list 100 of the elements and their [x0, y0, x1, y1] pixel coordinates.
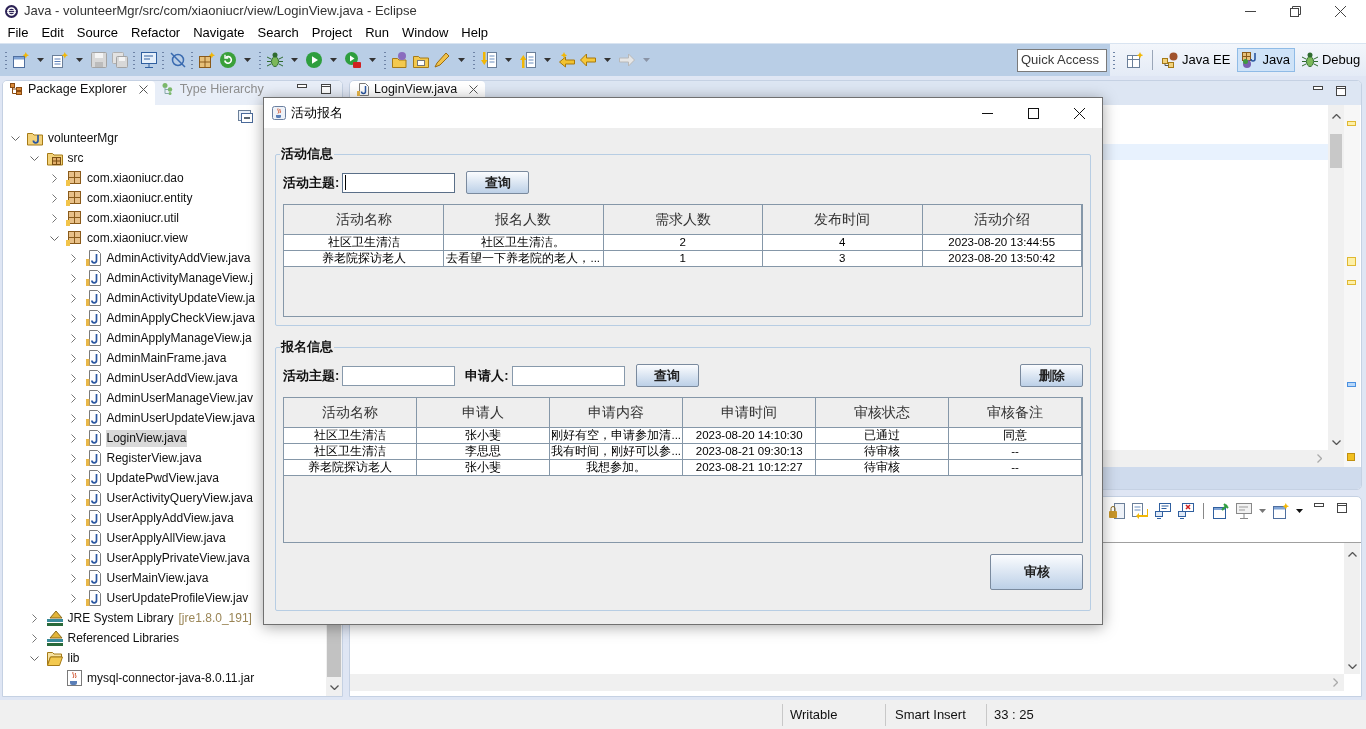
chevron-down-icon[interactable] [1347, 664, 1357, 669]
caret-icon[interactable] [243, 58, 251, 62]
menu-item[interactable]: Run [358, 24, 396, 41]
caret-icon[interactable] [368, 58, 376, 62]
play-toolbox-icon[interactable] [344, 52, 361, 68]
caret-icon[interactable] [75, 58, 83, 62]
perspective-button[interactable]: Debug [1296, 48, 1366, 72]
quick-access-field[interactable]: Quick Access [1017, 48, 1107, 72]
close-icon[interactable] [1335, 5, 1346, 17]
tree-item[interactable]: UserApplyAllView.java [105, 529, 227, 547]
monitor-chat-icon[interactable] [1155, 503, 1171, 519]
menu-item[interactable]: Search [251, 24, 306, 41]
column-header[interactable]: 活动名称 [284, 398, 417, 427]
tree-item[interactable]: UserMainView.java [105, 569, 210, 587]
chevron-right-icon[interactable] [71, 253, 76, 263]
tree-item[interactable]: AdminApplyManageView.ja [105, 329, 253, 347]
chevron-down-icon[interactable] [49, 235, 59, 241]
tree-item[interactable]: com.xiaoniucr.util [86, 209, 181, 227]
vertical-scrollbar[interactable] [1328, 105, 1344, 467]
minimize-icon[interactable] [981, 112, 993, 114]
chevron-right-icon[interactable] [32, 633, 37, 643]
marker-icon[interactable] [1347, 280, 1356, 285]
back-arrow-icon[interactable] [579, 52, 596, 68]
vertical-scrollbar[interactable] [1344, 543, 1360, 674]
bug-icon[interactable] [266, 52, 283, 68]
lock-document-icon[interactable] [1109, 503, 1125, 519]
menu-item[interactable]: Edit [34, 24, 71, 41]
close-icon[interactable] [1073, 107, 1085, 119]
pin-window-icon[interactable] [1213, 503, 1229, 519]
column-header[interactable]: 审核备注 [948, 398, 1082, 427]
tree-item[interactable]: JRE System Library [66, 609, 175, 627]
down-arrow-document-icon[interactable] [480, 52, 497, 68]
column-header[interactable]: 报名人数 [443, 205, 603, 234]
view-tab[interactable]: Package Explorer [3, 81, 155, 105]
chevron-right-icon[interactable] [51, 173, 57, 183]
chevron-right-icon[interactable] [71, 393, 76, 403]
maximize-icon[interactable] [1337, 503, 1347, 513]
input-field[interactable] [342, 172, 456, 193]
maximize-icon[interactable] [1336, 86, 1346, 96]
menu-item[interactable]: File [1, 24, 35, 41]
grid-star-icon[interactable] [198, 52, 215, 68]
review-button[interactable]: 审核 [990, 554, 1083, 590]
perspective-button[interactable]: Java [1237, 48, 1295, 72]
menu-item[interactable]: Source [70, 24, 125, 41]
star-arrow-icon[interactable] [558, 52, 575, 68]
column-header[interactable]: 需求人数 [603, 205, 763, 234]
close-icon[interactable] [138, 85, 148, 94]
chevron-right-icon[interactable] [51, 213, 57, 223]
crossed-circle-icon[interactable] [169, 52, 186, 68]
chevron-down-icon[interactable] [1331, 440, 1341, 445]
caret-icon[interactable] [543, 58, 551, 62]
tree-item[interactable]: RegisterView.java [105, 449, 203, 467]
input-field[interactable] [511, 365, 625, 386]
chevron-right-icon[interactable] [71, 593, 76, 603]
tree-item[interactable]: Referenced Libraries [66, 629, 180, 647]
save-icon[interactable] [90, 52, 107, 68]
chevron-right-icon[interactable] [71, 413, 76, 423]
column-header[interactable]: 申请时间 [682, 398, 816, 427]
column-header[interactable]: 审核状态 [815, 398, 949, 427]
column-header[interactable]: 申请内容 [549, 398, 683, 427]
brush-icon[interactable] [433, 52, 450, 68]
column-header[interactable]: 发布时间 [762, 205, 922, 234]
menu-item[interactable]: Project [305, 24, 359, 41]
open-folder-icon[interactable] [391, 52, 408, 68]
chevron-right-icon[interactable] [71, 573, 76, 583]
chevron-right-icon[interactable] [71, 293, 76, 303]
chevron-down-icon[interactable] [30, 655, 39, 661]
maximize-icon[interactable] [1027, 107, 1039, 119]
monitor-icon[interactable] [1236, 503, 1252, 519]
chevron-down-icon[interactable] [329, 685, 339, 690]
column-header[interactable]: 活动名称 [284, 205, 444, 234]
up-arrow-document-icon[interactable] [519, 52, 536, 68]
menu-item[interactable]: Window [395, 24, 455, 41]
chevron-right-icon[interactable] [71, 473, 76, 483]
save-all-icon[interactable] [111, 52, 128, 68]
query-button[interactable]: 查询 [466, 171, 530, 194]
chevron-right-icon[interactable] [51, 193, 57, 203]
tree-item[interactable]: volunteerMgr [47, 129, 120, 147]
tree-item[interactable]: AdminActivityManageView.j [105, 269, 254, 287]
menu-item[interactable]: Help [454, 24, 495, 41]
column-header[interactable]: 活动介绍 [922, 205, 1082, 234]
tree-item[interactable]: com.xiaoniucr.view [86, 229, 189, 247]
collapse-all-icon[interactable] [238, 110, 253, 123]
scrollbar-thumb[interactable] [1330, 134, 1342, 168]
tree-item[interactable]: lib [66, 649, 81, 667]
minimize-icon[interactable] [1314, 503, 1324, 507]
caret-icon[interactable] [603, 58, 611, 62]
chevron-right-icon[interactable] [71, 533, 76, 543]
tree-item[interactable]: src [66, 149, 85, 167]
chevron-right-icon[interactable] [32, 613, 37, 623]
tree-item[interactable]: AdminUserUpdateView.java [105, 409, 257, 427]
tree-item[interactable]: AdminUserManageView.jav [105, 389, 255, 407]
column-header[interactable]: 申请人 [416, 398, 550, 427]
tree-item[interactable]: UpdatePwdView.java [105, 469, 221, 487]
chevron-right-icon[interactable] [71, 273, 76, 283]
tree-item[interactable]: UserUpdateProfileView.jav [105, 589, 250, 607]
tree-item[interactable]: mysql-connector-java-8.0.11.jar [86, 669, 256, 687]
tree-item[interactable]: com.xiaoniucr.dao [86, 169, 185, 187]
tree-item[interactable]: AdminMainFrame.java [105, 349, 228, 367]
tree-item[interactable]: AdminActivityAddView.java [105, 249, 252, 267]
